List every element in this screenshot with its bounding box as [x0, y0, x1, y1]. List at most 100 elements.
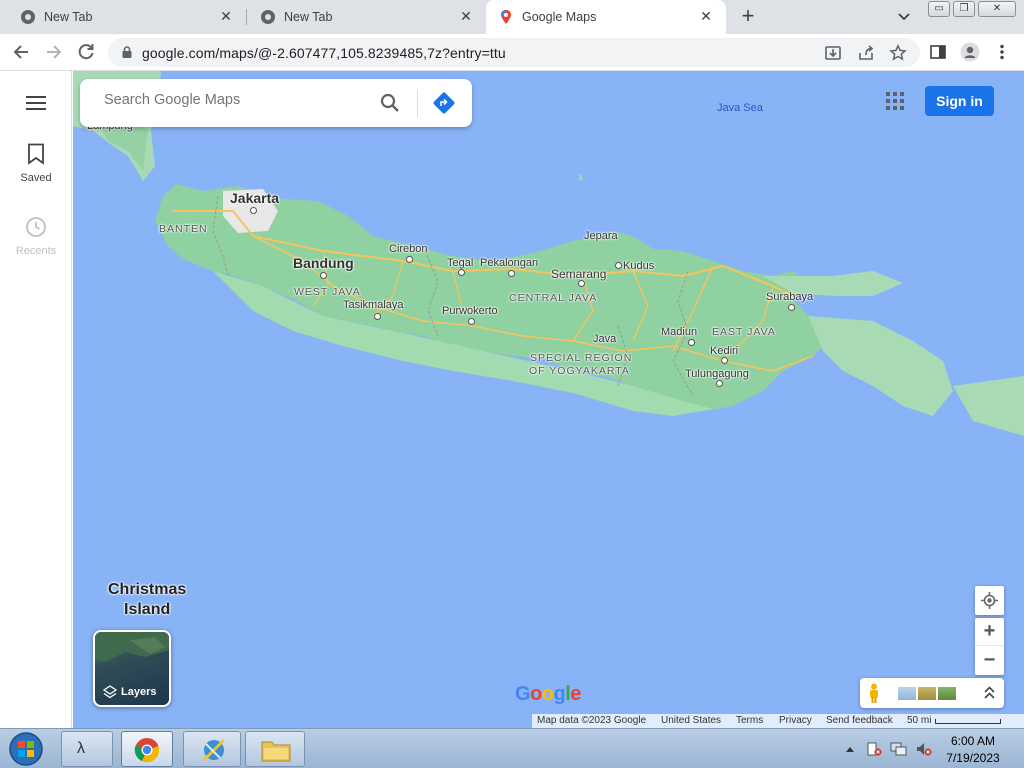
menu-dots-icon[interactable]	[994, 43, 1010, 61]
label-banten: BANTEN	[159, 223, 208, 235]
city-dot-tasikmalaya	[374, 313, 381, 320]
hamburger-menu-icon[interactable]	[26, 96, 46, 110]
label-purwokerto: Purwokerto	[442, 305, 498, 317]
label-madiun: Madiun	[661, 326, 698, 338]
label-java: Java	[593, 333, 617, 345]
tab-title: New Tab	[284, 10, 333, 24]
terms-link[interactable]: Terms	[736, 715, 763, 726]
maps-pin-icon	[501, 10, 511, 24]
city-dot-pekalongan	[508, 270, 515, 277]
chrome-icon	[21, 10, 35, 24]
layers-label: Layers	[121, 686, 157, 698]
expand-up-icon[interactable]	[984, 686, 995, 700]
tab-title: Google Maps	[522, 10, 597, 24]
taskbar-app-tool[interactable]	[183, 731, 241, 767]
rail-recents[interactable]: Recents	[0, 216, 72, 257]
label-semarang: Semarang	[551, 267, 607, 281]
label-central-java: CENTRAL JAVA	[509, 292, 598, 304]
bookmark-icon	[28, 143, 44, 165]
start-orb-icon[interactable]	[6, 731, 46, 767]
star-icon[interactable]	[889, 44, 907, 62]
imagery-thumb-1[interactable]	[898, 687, 916, 700]
clock-date[interactable]: 7/19/2023	[940, 751, 1006, 765]
address-bar[interactable]: google.com/maps/@-2.607477,105.8239485,7…	[108, 38, 920, 67]
reload-icon[interactable]	[76, 42, 96, 62]
scale-bar	[935, 719, 1001, 724]
taskbar-app-terminal[interactable]: λ	[61, 731, 113, 767]
region-link[interactable]: United States	[661, 715, 721, 726]
close-icon[interactable]: ✕	[218, 8, 234, 24]
scale-label[interactable]: 50 mi	[907, 715, 931, 726]
location-crosshair-icon	[981, 592, 998, 609]
clock-time[interactable]: 6:00 AM	[940, 734, 1006, 748]
satellite-preview	[95, 632, 169, 662]
privacy-link[interactable]: Privacy	[779, 715, 812, 726]
label-tasikmalaya: Tasikmalaya	[343, 299, 404, 311]
zoom-out-button[interactable]: −	[975, 647, 1004, 675]
send-feedback-link[interactable]: Send feedback	[826, 715, 893, 726]
close-window-button[interactable]: ✕	[978, 1, 1016, 17]
forward-icon[interactable]	[43, 42, 63, 62]
label-pekalongan: Pekalongan	[480, 257, 539, 269]
volume-muted-icon[interactable]	[915, 741, 933, 757]
profile-icon[interactable]	[960, 42, 980, 62]
zoom-in-button[interactable]: +	[975, 618, 1004, 646]
tray-expand-icon[interactable]	[845, 745, 855, 753]
search-input[interactable]	[104, 92, 364, 108]
apps-grid-icon[interactable]	[886, 92, 904, 110]
my-location-button[interactable]	[975, 586, 1004, 615]
browser-toolbar: google.com/maps/@-2.607477,105.8239485,7…	[0, 34, 1024, 71]
label-kediri: Kediri	[710, 345, 739, 357]
layers-icon	[103, 685, 117, 699]
tab-strip: New Tab ✕ New Tab ✕ Google Maps ✕ + ▭ ❐ …	[0, 0, 1024, 34]
close-icon[interactable]: ✕	[698, 8, 714, 24]
zoom-control: + −	[975, 618, 1004, 675]
back-icon[interactable]	[12, 42, 32, 62]
city-dot-surabaya	[788, 304, 795, 311]
directions-icon[interactable]	[432, 91, 456, 115]
layers-button[interactable]: Layers	[93, 630, 171, 707]
network-icon[interactable]	[890, 741, 908, 757]
tab-new-tab-1[interactable]: New Tab ✕	[0, 0, 246, 34]
install-app-icon[interactable]	[824, 44, 842, 62]
street-view-strip	[860, 678, 1004, 708]
chrome-icon	[134, 738, 160, 763]
label-jepara: Jepara	[584, 230, 618, 242]
city-dot-tegal	[458, 269, 465, 276]
minimize-button[interactable]: ▭	[928, 1, 950, 17]
label-bandung: Bandung	[293, 255, 354, 271]
taskbar-app-explorer[interactable]	[245, 731, 305, 767]
search-box	[80, 79, 472, 127]
map-canvas[interactable]: Java Sea Lampung Jakarta BANTEN Cirebon …	[73, 71, 1024, 728]
lock-icon[interactable]	[122, 46, 132, 58]
tab-google-maps[interactable]: Google Maps ✕	[486, 0, 726, 34]
close-icon[interactable]: ✕	[458, 8, 474, 24]
sign-in-button[interactable]: Sign in	[925, 86, 994, 116]
map-footer: Map data ©2023 Google United States Term…	[532, 714, 1024, 728]
label-christmas-island: Christmas	[108, 581, 187, 598]
imagery-thumb-2[interactable]	[918, 687, 936, 700]
taskbar-app-chrome[interactable]	[121, 731, 173, 767]
city-dot-bandung	[320, 272, 327, 279]
map-data-credit: Map data ©2023 Google	[537, 715, 647, 726]
side-panel-icon[interactable]	[929, 43, 947, 61]
share-icon[interactable]	[857, 44, 875, 62]
rail-saved[interactable]: Saved	[0, 143, 72, 184]
action-center-icon[interactable]	[866, 741, 882, 757]
chevron-down-icon[interactable]	[896, 10, 912, 24]
pegman-icon[interactable]	[867, 683, 881, 703]
label-west-java: WEST JAVA	[294, 286, 361, 298]
restore-button[interactable]: ❐	[953, 1, 975, 17]
city-dot-purwokerto	[468, 318, 475, 325]
tab-title: New Tab	[44, 10, 93, 24]
label-special-region: SPECIAL REGION	[530, 352, 633, 364]
label-tegal: Tegal	[447, 257, 474, 269]
search-icon[interactable]	[380, 93, 400, 113]
city-dot-semarang	[578, 280, 585, 287]
app-tool-icon	[202, 738, 226, 762]
label-cirebon: Cirebon	[389, 243, 428, 255]
tab-new-tab-2[interactable]: New Tab ✕	[240, 0, 486, 34]
rail-label: Recents	[15, 245, 57, 257]
new-tab-icon[interactable]: +	[737, 5, 759, 28]
imagery-thumb-3[interactable]	[938, 687, 956, 700]
